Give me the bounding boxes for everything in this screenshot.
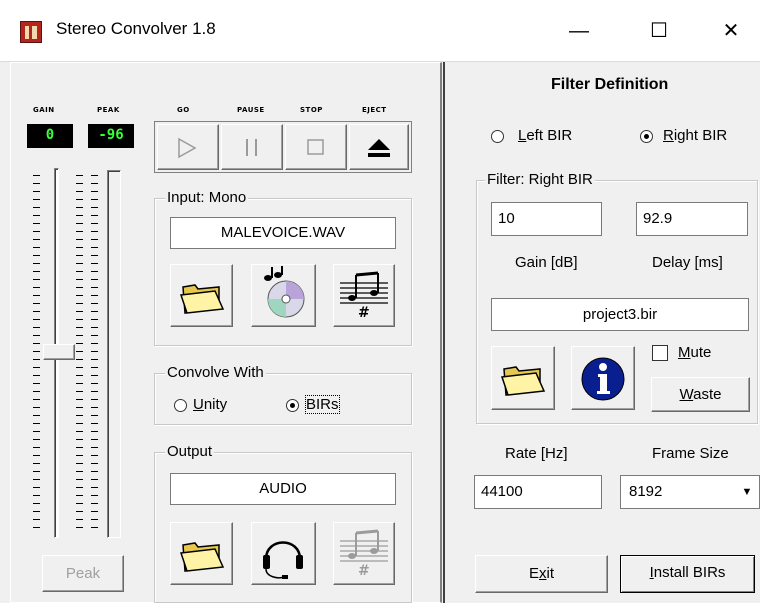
gain-label: GAIN (33, 106, 55, 114)
output-legend: Output (165, 443, 215, 460)
music-score-icon: # (340, 271, 388, 321)
minimize-button[interactable]: — (556, 13, 602, 49)
chevron-down-icon[interactable]: ▼ (736, 479, 758, 505)
bir-file-input[interactable]: project3.bir (491, 298, 749, 331)
bir-info-button[interactable] (571, 346, 635, 410)
headphones-icon (263, 541, 303, 579)
waste-mnemonic: W (679, 386, 694, 403)
pause-label: PAUSE (237, 106, 265, 114)
exit-label-start: E (528, 565, 539, 582)
folder-icon (500, 366, 546, 396)
gain-slider-ticks-right (76, 175, 83, 532)
peak-meter-ticks (91, 175, 98, 532)
mute-label[interactable]: Mute (678, 344, 711, 361)
stop-button[interactable] (285, 124, 347, 170)
mute-mnemonic: M (678, 344, 691, 361)
filter-heading: Filter Definition (551, 76, 669, 93)
bir-open-button[interactable] (491, 346, 555, 410)
radio-right-bir-label[interactable]: Right BIR (663, 127, 727, 144)
frame-size-value: 8192 (629, 483, 663, 500)
radio-left-bir-label[interactable]: Left BIR (518, 127, 572, 144)
window-title: Stereo Convolver 1.8 (56, 19, 216, 38)
input-cd-button[interactable] (251, 264, 316, 327)
eject-button[interactable] (349, 124, 409, 170)
info-icon (581, 357, 625, 401)
gain-slider-thumb[interactable] (43, 344, 75, 360)
install-birs-button[interactable]: Install BIRs (620, 555, 755, 593)
radio-birs[interactable] (286, 399, 299, 412)
gain-display: 0 (27, 124, 73, 148)
exit-mnemonic: x (539, 565, 547, 582)
peak-button[interactable]: Peak (42, 555, 124, 592)
frame-size-label: Frame Size (652, 445, 729, 462)
svg-text:#: # (358, 563, 370, 579)
stop-label: STOP (300, 106, 323, 114)
exit-button[interactable]: Exit (475, 555, 608, 593)
radio-birs-label[interactable]: BIRs (305, 395, 340, 414)
maximize-button[interactable]: ☐ (636, 13, 682, 49)
unity-label-rest: nity (203, 396, 228, 413)
input-legend: Input: Mono (165, 189, 249, 206)
go-button[interactable] (157, 124, 219, 170)
peak-display: -96 (88, 124, 134, 148)
input-open-button[interactable] (170, 264, 233, 327)
radio-right-bir[interactable] (640, 130, 653, 143)
radio-left-bir[interactable] (491, 130, 504, 143)
rate-input[interactable]: 44100 (474, 475, 602, 509)
waste-button[interactable]: Waste (651, 377, 750, 412)
panel-divider (443, 62, 445, 603)
folder-icon (179, 542, 225, 572)
mute-checkbox[interactable] (652, 345, 668, 361)
radio-unity[interactable] (174, 399, 187, 412)
mute-label-rest: ute (690, 344, 712, 361)
music-score-icon: # (340, 529, 388, 579)
play-icon (178, 137, 197, 159)
right-bir-mnemonic: R (663, 127, 674, 144)
output-score-button[interactable]: # (333, 522, 395, 585)
app-icon[interactable] (20, 21, 42, 43)
eject-icon (368, 139, 390, 157)
left-bir-label-rest: eft BIR (526, 127, 573, 144)
gain-slider-ticks (33, 175, 40, 532)
peak-label: PEAK (97, 106, 120, 114)
close-button[interactable]: ✕ (708, 13, 754, 49)
waste-label-rest: aste (693, 386, 722, 403)
unity-mnemonic: U (193, 396, 204, 413)
eject-label: EJECT (362, 106, 387, 114)
peak-meter-bar (107, 170, 121, 538)
folder-icon (179, 284, 225, 314)
gain-db-label: Gain [dB] (515, 254, 578, 271)
cd-icon (264, 266, 305, 318)
delay-ms-label: Delay [ms] (652, 254, 723, 271)
go-label: GO (177, 106, 190, 114)
input-score-button[interactable]: # (333, 264, 395, 327)
input-filename[interactable]: MALEVOICE.WAV (170, 217, 396, 249)
rate-label: Rate [Hz] (505, 445, 568, 462)
svg-text:#: # (358, 305, 370, 321)
convolve-legend: Convolve With (165, 364, 266, 381)
output-open-button[interactable] (170, 522, 233, 585)
install-label-rest: nstall BIRs (653, 564, 726, 581)
filter-group-legend: Filter: Right BIR (485, 171, 595, 188)
gain-input[interactable]: 10 (491, 202, 602, 236)
right-bir-label-rest: ight BIR (673, 127, 728, 144)
pause-icon (246, 139, 257, 156)
stop-icon (307, 139, 324, 155)
radio-unity-label[interactable]: Unity (193, 396, 227, 413)
pause-button[interactable] (221, 124, 283, 170)
exit-label-end: it (546, 565, 555, 582)
output-headphones-button[interactable] (251, 522, 316, 585)
output-target[interactable]: AUDIO (170, 473, 396, 505)
title-bar: Stereo Convolver 1.8 — ☐ ✕ (0, 0, 760, 62)
delay-input[interactable]: 92.9 (636, 202, 748, 236)
